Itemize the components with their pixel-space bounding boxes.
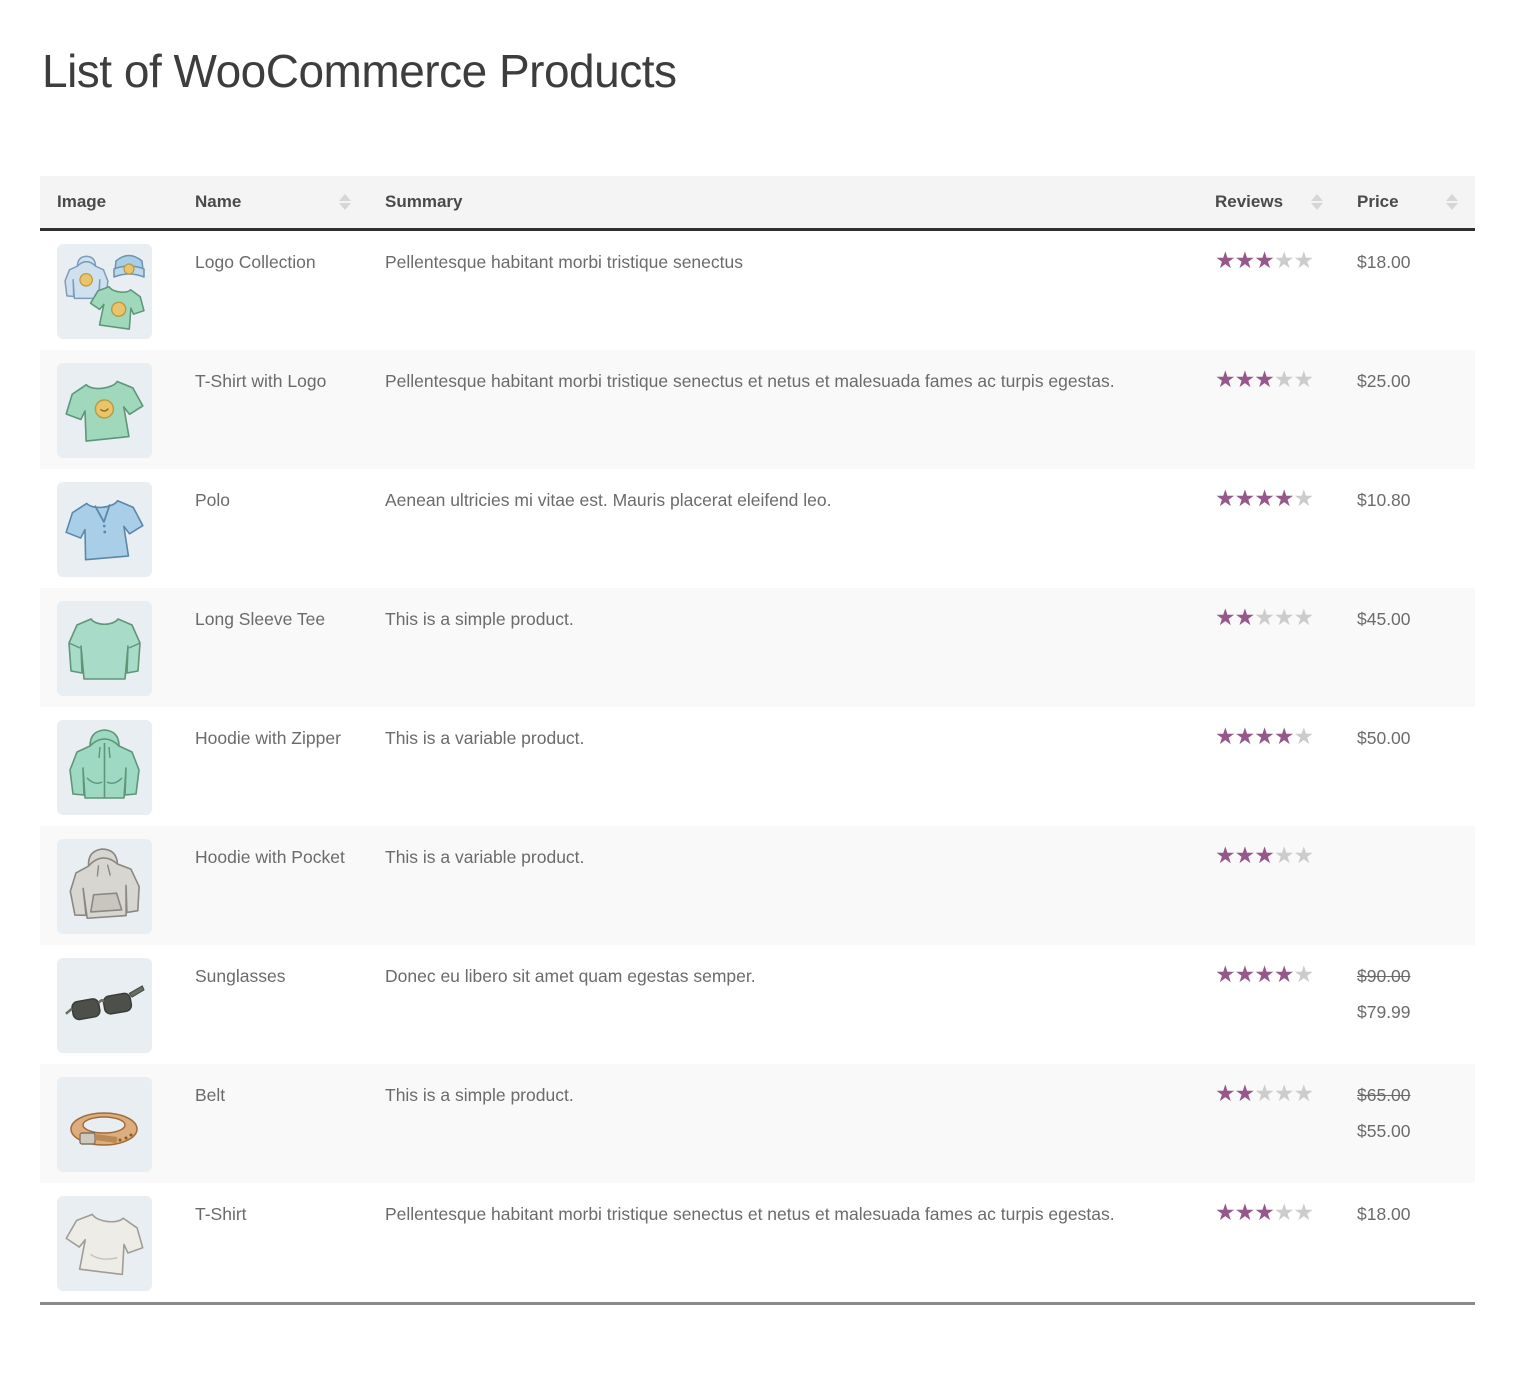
product-name: T-Shirt with Logo [195,371,326,391]
product-summary: This is a simple product. [385,609,574,629]
column-header-label: Name [195,192,241,212]
rating-stars: ★★★★★ [1215,961,1313,987]
tshirt-with-logo-thumbnail [57,363,152,458]
rating-stars: ★★★★★ [1215,842,1313,868]
price-current: $55.00 [1357,1113,1458,1149]
sort-icon [339,194,351,210]
price-old: $90.00 [1357,958,1458,994]
table-row: Polo Aenean ultricies mi vitae est. Maur… [40,469,1475,588]
column-header-image: Image [40,176,178,230]
rating-stars: ★★★★★ [1215,604,1313,630]
price-current: $25.00 [1357,363,1458,399]
table-row: Hoodie with Zipper This is a variable pr… [40,707,1475,826]
product-summary: Pellentesque habitant morbi tristique se… [385,371,1115,391]
price-current: $79.99 [1357,994,1458,1030]
column-header-summary: Summary [368,176,1198,230]
column-header-label: Price [1357,192,1399,212]
column-header-label: Summary [385,192,462,212]
table-row: T-Shirt Pellentesque habitant morbi tris… [40,1183,1475,1304]
products-table: Image Name Summary Reviews Price Logo Collec… [40,176,1475,1305]
price-current: $10.80 [1357,482,1458,518]
sort-icon [1311,194,1323,210]
price-current: $18.00 [1357,244,1458,280]
rating-stars: ★★★★★ [1215,723,1313,749]
price-old: $65.00 [1357,1077,1458,1113]
product-name: Sunglasses [195,966,285,986]
product-name: Hoodie with Pocket [195,847,345,867]
column-header-reviews[interactable]: Reviews [1198,176,1340,230]
product-summary: Aenean ultricies mi vitae est. Mauris pl… [385,490,831,510]
product-name: Polo [195,490,230,510]
belt-thumbnail [57,1077,152,1172]
table-header: Image Name Summary Reviews Price [40,176,1475,230]
rating-stars: ★★★★★ [1215,247,1313,273]
hoodie-with-pocket-thumbnail [57,839,152,934]
tshirt-thumbnail [57,1196,152,1291]
column-header-price[interactable]: Price [1340,176,1475,230]
column-header-label: Reviews [1215,192,1283,212]
polo-thumbnail [57,482,152,577]
rating-stars: ★★★★★ [1215,485,1313,511]
sunglasses-thumbnail [57,958,152,1053]
table-row: T-Shirt with Logo Pellentesque habitant … [40,350,1475,469]
table-row: Belt This is a simple product. ★★★★★ $65… [40,1064,1475,1183]
page-title: List of WooCommerce Products [42,44,1536,98]
price-current: $45.00 [1357,601,1458,637]
logo-collection-thumbnail [57,244,152,339]
product-name: T-Shirt [195,1204,247,1224]
table-row: Sunglasses Donec eu libero sit amet quam… [40,945,1475,1064]
sort-icon [1446,194,1458,210]
product-summary: Pellentesque habitant morbi tristique se… [385,252,743,272]
product-name: Belt [195,1085,225,1105]
rating-stars: ★★★★★ [1215,1080,1313,1106]
table-row: Long Sleeve Tee This is a simple product… [40,588,1475,707]
product-name: Long Sleeve Tee [195,609,325,629]
price-current: $50.00 [1357,720,1458,756]
column-header-label: Image [57,192,106,212]
hoodie-with-zipper-thumbnail [57,720,152,815]
product-summary: This is a variable product. [385,728,584,748]
long-sleeve-tee-thumbnail [57,601,152,696]
rating-stars: ★★★★★ [1215,366,1313,392]
table-row: Logo Collection Pellentesque habitant mo… [40,230,1475,351]
price-current: $18.00 [1357,1196,1458,1232]
product-name: Hoodie with Zipper [195,728,341,748]
rating-stars: ★★★★★ [1215,1199,1313,1225]
table-row: Hoodie with Pocket This is a variable pr… [40,826,1475,945]
product-summary: This is a variable product. [385,847,584,867]
product-summary: Pellentesque habitant morbi tristique se… [385,1204,1115,1224]
product-summary: This is a simple product. [385,1085,574,1105]
product-summary: Donec eu libero sit amet quam egestas se… [385,966,756,986]
product-name: Logo Collection [195,252,316,272]
column-header-name[interactable]: Name [178,176,368,230]
